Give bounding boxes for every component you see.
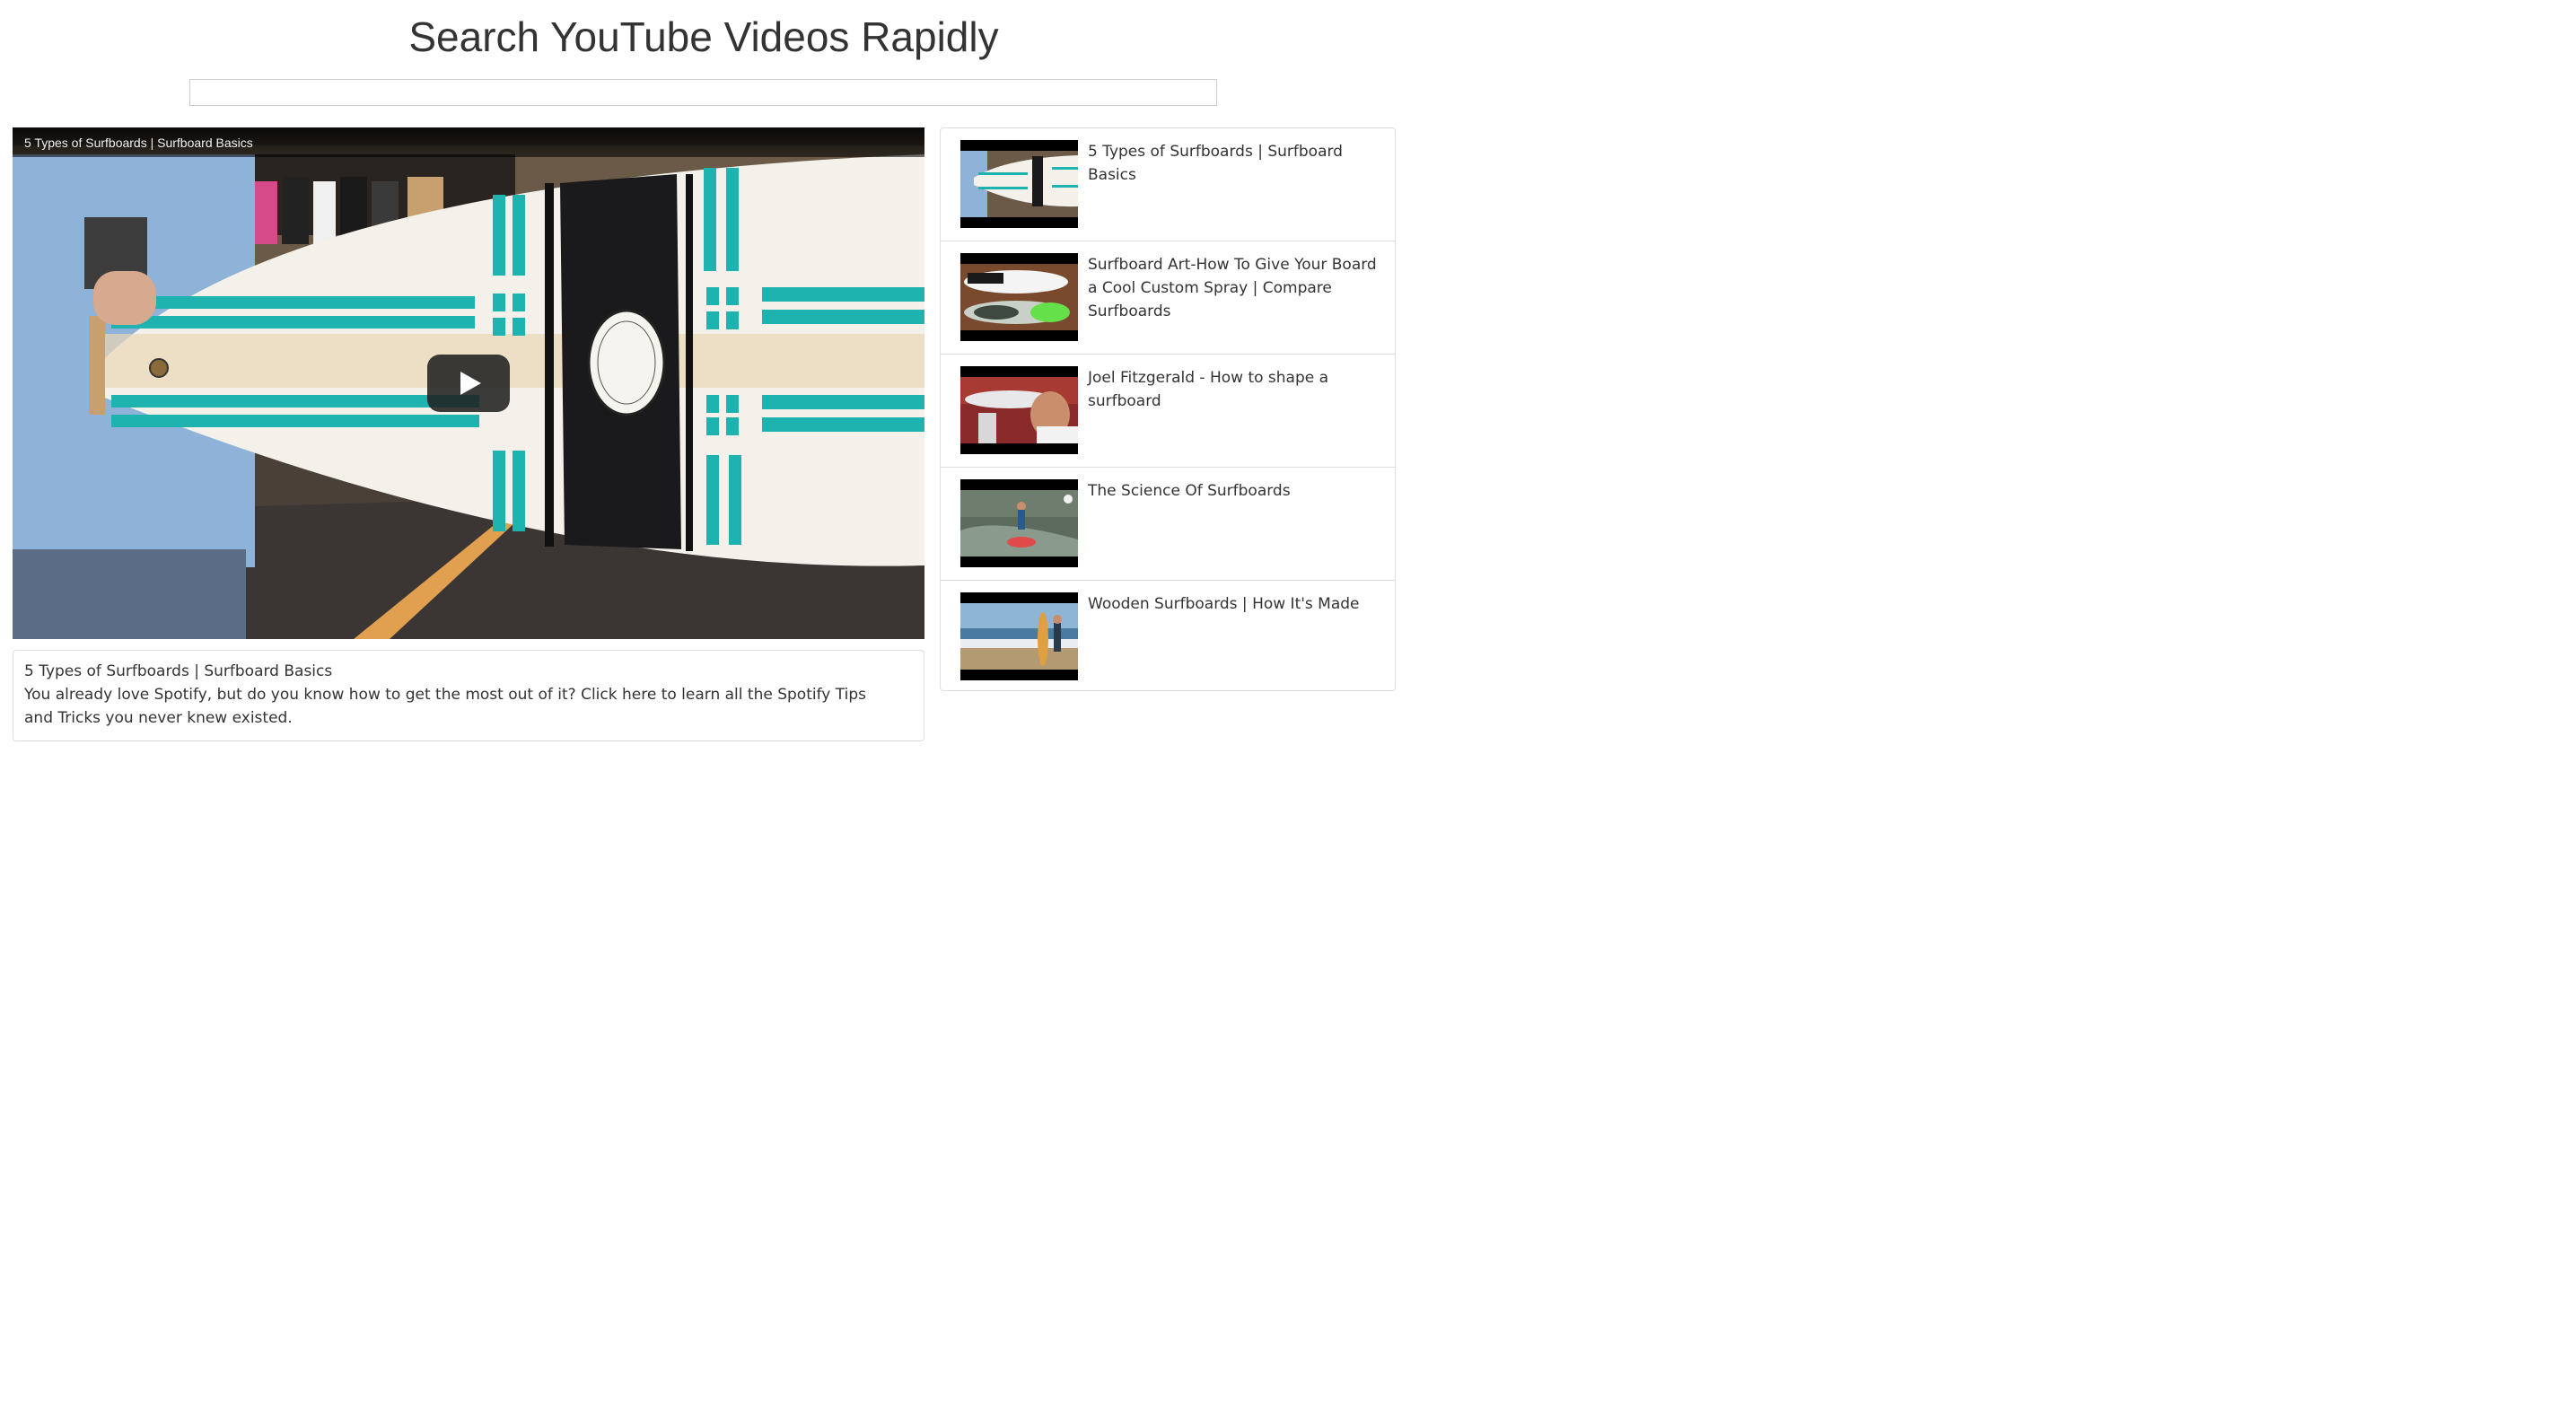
- video-list-item-title[interactable]: 5 Types of Surfboards | Surfboard Basics: [1088, 140, 1384, 187]
- player-title-bar: 5 Types of Surfboards | Surfboard Basics: [13, 127, 924, 157]
- video-thumbnail[interactable]: [960, 592, 1078, 680]
- player-video-title[interactable]: 5 Types of Surfboards | Surfboard Basics: [24, 136, 253, 150]
- play-icon: [460, 372, 481, 395]
- video-list-item[interactable]: Joel Fitzgerald - How to shape a surfboa…: [941, 355, 1395, 468]
- video-details: 5 Types of Surfboards | Surfboard Basics…: [13, 650, 924, 741]
- video-list-item[interactable]: Wooden Surfboards | How It's Made: [941, 581, 1395, 694]
- play-button[interactable]: [427, 355, 510, 412]
- video-thumbnail[interactable]: [960, 479, 1078, 567]
- video-list-item-title[interactable]: Joel Fitzgerald - How to shape a surfboa…: [1088, 366, 1384, 413]
- video-list-item[interactable]: The Science Of Surfboards: [941, 468, 1395, 581]
- video-list-item[interactable]: Surfboard Art-How To Give Your Board a C…: [941, 241, 1395, 355]
- page-title: Search YouTube Videos Rapidly: [408, 13, 999, 60]
- page: Search YouTube Videos Rapidly 5 Types of…: [0, 0, 1407, 766]
- video-list: 5 Types of Surfboards | Surfboard Basics…: [940, 127, 1396, 691]
- video-list-item-title[interactable]: The Science Of Surfboards: [1088, 479, 1384, 503]
- video-thumbnail[interactable]: [960, 253, 1078, 341]
- video-list-item[interactable]: 5 Types of Surfboards | Surfboard Basics: [941, 128, 1395, 241]
- video-list-item-title[interactable]: Surfboard Art-How To Give Your Board a C…: [1088, 253, 1384, 323]
- video-player[interactable]: 5 Types of Surfboards | Surfboard Basics: [13, 127, 924, 639]
- video-thumbnail[interactable]: [960, 366, 1078, 454]
- video-list-item-title[interactable]: Wooden Surfboards | How It's Made: [1088, 592, 1384, 616]
- video-details-description: You already love Spotify, but do you kno…: [24, 686, 866, 727]
- video-details-title: 5 Types of Surfboards | Surfboard Basics: [24, 662, 333, 680]
- search-input[interactable]: [189, 79, 1217, 106]
- video-thumbnail[interactable]: [960, 140, 1078, 228]
